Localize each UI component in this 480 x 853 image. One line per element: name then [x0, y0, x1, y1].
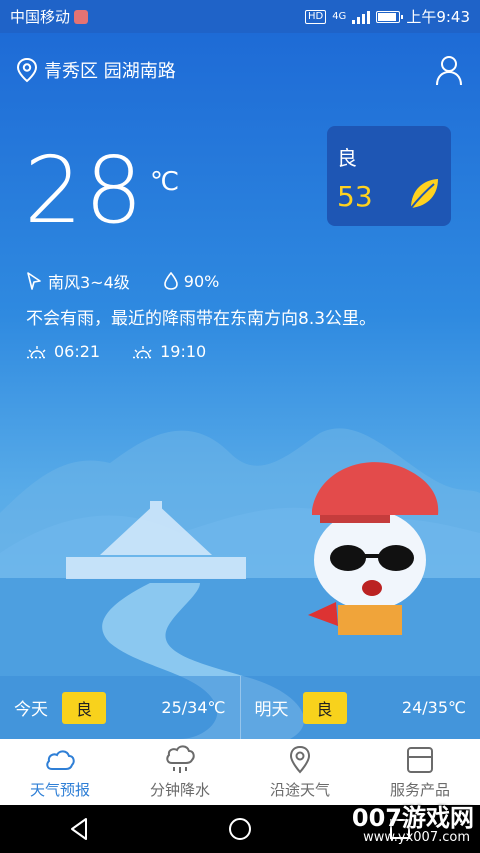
cloud-icon: [46, 749, 75, 770]
tab-label: 沿途天气: [269, 780, 330, 799]
current-temperature: 28: [24, 137, 146, 244]
status-right: HD 4G 上午9:43: [304, 6, 470, 27]
leaf-icon: [410, 179, 438, 209]
temperature-unit: ℃: [150, 167, 180, 197]
tab-weather-forecast[interactable]: 天气预报: [0, 739, 120, 805]
sunrise-time: 06:21: [54, 342, 101, 361]
sunrise-icon: [27, 345, 47, 358]
home-icon[interactable]: [226, 815, 254, 843]
signal-icon: [352, 10, 371, 24]
forecast-day: 明天: [254, 700, 289, 720]
network-type: 4G: [332, 11, 347, 22]
route-pin-icon: [289, 745, 311, 773]
tab-label: 天气预报: [29, 780, 90, 799]
wind-text: 南风3~4级: [48, 273, 130, 292]
battery-icon: [376, 10, 404, 23]
tab-label: 服务产品: [389, 780, 450, 799]
quality-badge: 良: [62, 691, 107, 724]
rain-summary: 不会有雨，最近的降雨带在东南方向8.3公里。: [26, 309, 377, 329]
hd-badge: HD: [304, 9, 327, 24]
watermark-url: www.yx007.com: [363, 830, 470, 845]
location-name: 青秀区 园湖南路: [44, 61, 176, 82]
aqi-label: 良: [337, 146, 357, 170]
forecast-strip: 今天 良 25/34℃ 明天 良 24/35℃: [0, 676, 480, 739]
sunset-icon: [133, 345, 154, 358]
status-time: 上午9:43: [406, 8, 470, 26]
watermark-brand: 007游戏网: [351, 804, 474, 832]
aqi-card[interactable]: 良 53: [327, 126, 451, 226]
forecast-today[interactable]: 今天 良 25/34℃: [0, 676, 240, 739]
humidity-text: 90%: [183, 271, 220, 291]
user-icon[interactable]: [434, 54, 464, 86]
location-bar: 青秀区 园湖南路: [0, 33, 480, 107]
tab-minute-precipitation[interactable]: 分钟降水: [120, 739, 240, 805]
tab-label: 分钟降水: [149, 780, 210, 799]
forecast-tomorrow[interactable]: 明天 良 24/35℃: [239, 676, 480, 739]
wind-direction-icon: [27, 272, 41, 290]
aqi-value: 53: [337, 180, 373, 213]
temp-range: 24/35℃: [401, 698, 466, 717]
sun-times-row: 06:21 19:10: [26, 342, 206, 361]
box-icon: [407, 746, 433, 773]
carrier-name: 中国移动: [10, 8, 71, 26]
sunset-time: 19:10: [160, 342, 207, 361]
location-selector[interactable]: 青秀区 园湖南路: [16, 57, 176, 83]
location-pin-icon: [16, 57, 38, 83]
forecast-day: 今天: [14, 700, 48, 720]
status-bar: 中国移动 HD 4G 上午9:43: [0, 0, 480, 33]
back-icon[interactable]: [66, 815, 94, 843]
mascot-illustration: [308, 462, 439, 635]
status-left: 中国移动: [10, 6, 89, 27]
rain-cloud-icon: [166, 744, 195, 773]
bottom-tab-bar: 天气预报 分钟降水 沿途天气 服务产品: [0, 739, 480, 805]
quality-badge: 良: [302, 691, 347, 724]
humidity-drop-icon: [163, 272, 178, 290]
weather-main: 青秀区 园湖南路 28 ℃ 良 53 南风3~4级 90% 不会有雨，最近的降雨…: [0, 33, 480, 739]
tab-service-products[interactable]: 服务产品: [360, 739, 480, 805]
wind-humidity-row: 南风3~4级 90%: [26, 269, 219, 293]
notification-icon: [74, 9, 89, 24]
temp-range: 25/34℃: [161, 698, 226, 717]
tab-route-weather[interactable]: 沿途天气: [240, 739, 360, 805]
